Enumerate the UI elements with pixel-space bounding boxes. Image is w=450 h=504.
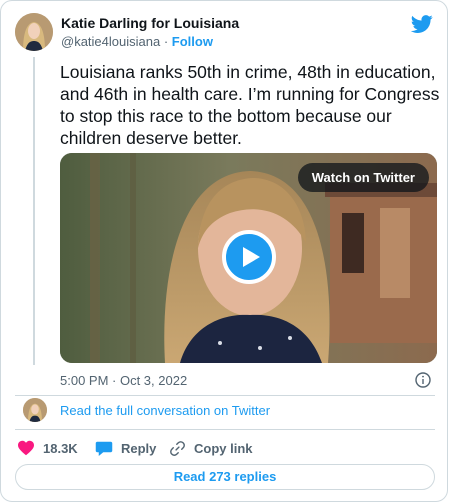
thread-line [33, 57, 35, 365]
watch-on-twitter-button[interactable]: Watch on Twitter [297, 163, 429, 192]
handle-separator: · [163, 34, 169, 49]
reply-label: Reply [121, 441, 157, 456]
reply-bubble-icon [95, 441, 113, 456]
copy-link-button[interactable]: Copy link [169, 440, 253, 457]
copy-link-label: Copy link [194, 441, 253, 456]
link-icon [170, 441, 185, 456]
heart-icon [18, 440, 34, 456]
reply-button[interactable]: Reply [95, 440, 156, 457]
conversation-avatar[interactable] [23, 398, 47, 422]
tweet-text: Louisiana ranks 50th in crime, 48th in e… [60, 62, 440, 148]
tweet-timestamp[interactable]: 5:00 PM · Oct 3, 2022 [60, 373, 187, 388]
author-handle[interactable]: @katie4louisiana [61, 34, 160, 49]
video-thumbnail[interactable]: Watch on Twitter [60, 153, 437, 363]
info-icon[interactable] [415, 372, 431, 388]
play-icon [243, 247, 260, 267]
divider [15, 395, 435, 396]
like-button[interactable]: 18.3K [17, 440, 78, 456]
author-avatar[interactable] [15, 13, 53, 51]
tweet-embed-card: Katie Darling for Louisiana @katie4louis… [0, 0, 448, 502]
read-replies-button[interactable]: Read 273 replies [15, 464, 435, 490]
twitter-bird-icon[interactable] [411, 13, 433, 35]
follow-button[interactable]: Follow [172, 34, 213, 49]
like-count: 18.3K [43, 440, 78, 456]
divider [15, 429, 435, 430]
author-name[interactable]: Katie Darling for Louisiana [61, 15, 239, 31]
author-handle-row: @katie4louisiana · Follow [61, 34, 213, 49]
play-button[interactable] [222, 230, 276, 284]
read-conversation-link[interactable]: Read the full conversation on Twitter [60, 403, 270, 418]
